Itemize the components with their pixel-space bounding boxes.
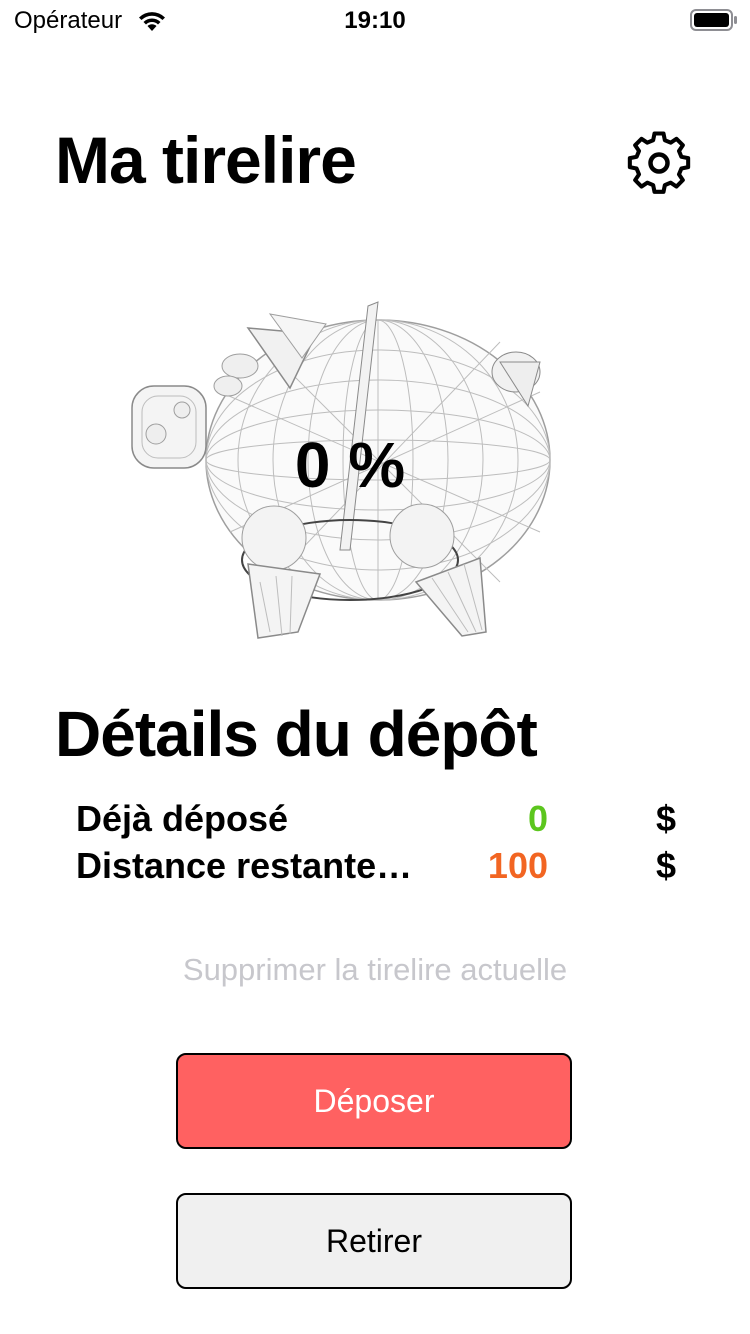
clock: 19:10: [344, 7, 406, 34]
withdraw-button[interactable]: Retirer: [176, 1193, 572, 1289]
battery-icon: [690, 9, 737, 31]
remaining-label: Distance restante…: [76, 845, 413, 886]
remaining-row: Distance restante… 100 $: [76, 845, 676, 889]
status-bar: Opérateur 19:10: [0, 0, 750, 40]
deposited-row: Déjà déposé 0 $: [76, 798, 676, 842]
deposited-value: 0: [527, 798, 548, 839]
gear-icon[interactable]: [622, 126, 696, 200]
progress-percent: 0 %: [294, 429, 406, 501]
deposited-currency: $: [655, 798, 676, 839]
details-title: Détails du dépôt: [55, 698, 538, 770]
remaining-currency: $: [655, 845, 676, 886]
remaining-value: 100: [487, 845, 548, 886]
deposit-button[interactable]: Déposer: [176, 1053, 572, 1149]
deposited-label: Déjà déposé: [76, 798, 289, 839]
settings-button[interactable]: [622, 126, 696, 200]
delete-piggy-button[interactable]: Supprimer la tirelire actuelle: [0, 952, 750, 988]
page-title: Ma tirelire: [55, 123, 357, 197]
